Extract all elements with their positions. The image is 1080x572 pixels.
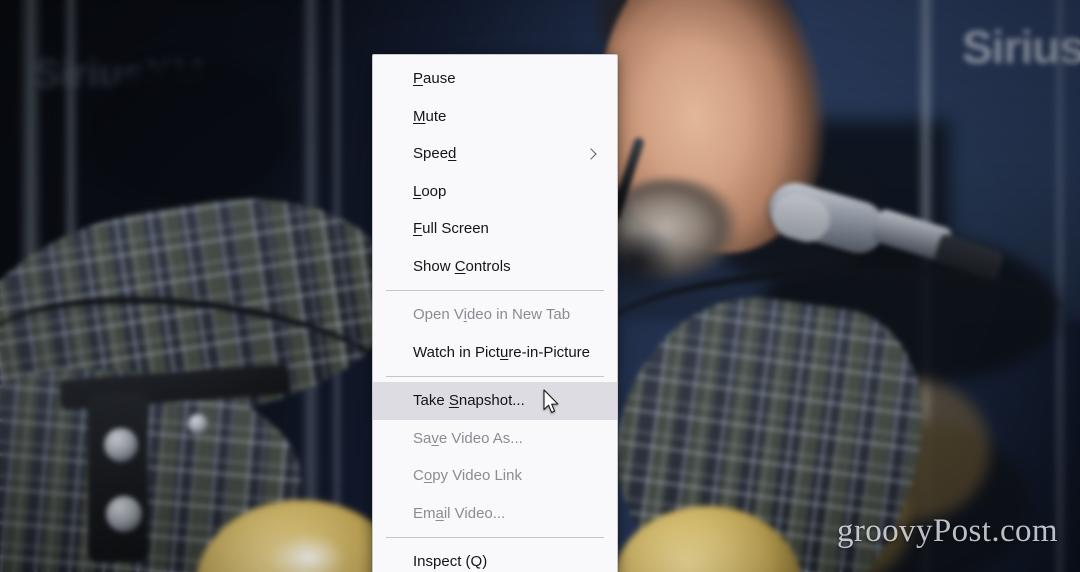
menu-item-mute-label: Mute — [413, 107, 447, 125]
studio-equipment — [90, 60, 290, 200]
menu-item-pause-label: Pause — [413, 70, 456, 88]
menu-item-loop[interactable]: Loop — [373, 173, 617, 211]
menu-item-inspect-label: Inspect (Q) — [413, 553, 488, 571]
clamp-knob — [104, 428, 138, 462]
menu-item-save-video-as-label: Save Video As... — [413, 429, 523, 447]
menu-item-show-controls-label: Show Controls — [413, 257, 511, 275]
menu-item-email-video-label: Email Video... — [413, 504, 506, 522]
menu-item-take-snapshot-label: Take Snapshot... — [413, 392, 525, 410]
menu-item-email-video: Email Video... — [373, 495, 617, 533]
studio-mullion — [1052, 0, 1068, 572]
menu-item-open-video-in-new-tab: Open Video in New Tab — [373, 296, 617, 334]
menu-item-full-screen-label: Full Screen — [413, 220, 489, 238]
menu-item-loop-label: Loop — [413, 182, 447, 200]
menu-item-save-video-as: Save Video As... — [373, 420, 617, 458]
menu-item-open-video-in-new-tab-label: Open Video in New Tab — [413, 306, 571, 324]
menu-item-speed-label: Speed — [413, 145, 457, 163]
watermark: groovyPost.com — [836, 513, 1058, 549]
clamp-knob — [106, 496, 142, 532]
menu-separator — [386, 537, 604, 538]
menu-separator — [386, 290, 604, 291]
video-context-menu[interactable]: Pause Mute Speed Loop Full Screen Show Contro… — [372, 54, 618, 572]
menu-item-watch-in-picture-in-picture-label: Watch in Picture-in-Picture — [413, 343, 590, 361]
menu-item-speed[interactable]: Speed — [373, 135, 617, 173]
menu-separator — [386, 376, 604, 377]
menu-item-watch-in-picture-in-picture[interactable]: Watch in Picture-in-Picture — [373, 334, 617, 372]
chevron-right-icon — [585, 147, 599, 161]
menu-item-inspect[interactable]: Inspect (Q) — [373, 543, 617, 572]
menu-item-show-controls[interactable]: Show Controls — [373, 248, 617, 286]
clamp-knob — [188, 414, 208, 434]
menu-item-take-snapshot[interactable]: Take Snapshot... — [373, 382, 617, 420]
menu-item-copy-video-link-label: Copy Video Link — [413, 467, 522, 485]
mic-stand-post — [88, 392, 148, 562]
menu-item-copy-video-link: Copy Video Link — [373, 457, 617, 495]
screen: SiriusXM Sirius groovyPost.com Pause Mut… — [0, 0, 1080, 572]
menu-item-full-screen[interactable]: Full Screen — [373, 210, 617, 248]
menu-item-pause[interactable]: Pause — [373, 60, 617, 98]
menu-item-mute[interactable]: Mute — [373, 98, 617, 136]
